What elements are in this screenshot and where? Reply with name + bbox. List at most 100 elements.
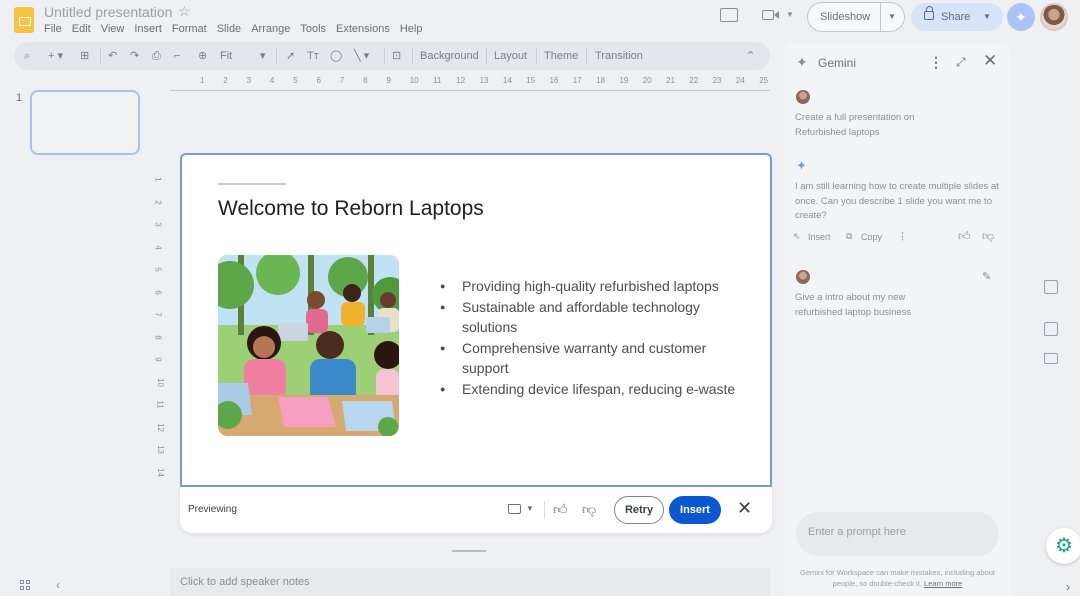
menu-edit[interactable]: Edit: [72, 23, 91, 35]
more-options-icon[interactable]: ⋮: [898, 231, 907, 242]
chevron-down-icon[interactable]: ▼: [983, 12, 991, 21]
add-slide-icon[interactable]: ⊞: [80, 48, 89, 64]
edit-pencil-icon[interactable]: ✎: [982, 270, 991, 283]
insert-button[interactable]: Insert: [669, 496, 721, 524]
layout-button[interactable]: Layout: [494, 48, 527, 64]
paint-format-icon[interactable]: ⌐: [174, 48, 180, 64]
chevron-down-icon[interactable]: ▾: [260, 48, 266, 64]
keep-icon[interactable]: [1044, 280, 1058, 294]
folder-icon[interactable]: [508, 504, 521, 514]
menu-view[interactable]: View: [101, 23, 125, 35]
ruler-number: 6: [316, 76, 321, 85]
ruler-number: 21: [666, 76, 675, 85]
ruler-number: 10: [155, 377, 165, 387]
slide-illustration[interactable]: [218, 255, 399, 436]
ruler-number: 6: [153, 289, 163, 295]
ruler-number: 11: [433, 76, 442, 85]
ruler-number: 10: [409, 76, 419, 85]
menu-format[interactable]: Format: [172, 23, 207, 35]
chatgpt-extension-icon[interactable]: ⚙: [1046, 528, 1080, 564]
star-icon[interactable]: ☆: [178, 3, 191, 20]
prompt-input[interactable]: [808, 526, 988, 538]
redo-icon[interactable]: ↷: [130, 48, 139, 64]
theme-button[interactable]: Theme: [544, 48, 578, 64]
tasks-icon[interactable]: [1044, 322, 1058, 336]
menu-tools[interactable]: Tools: [300, 23, 326, 35]
ruler-number: 16: [549, 76, 559, 85]
menu-insert[interactable]: Insert: [134, 23, 162, 35]
bullet-list[interactable]: Providing high-quality refurbished lapto…: [440, 276, 750, 399]
chevron-left-icon[interactable]: ‹: [56, 578, 60, 592]
zoom-select[interactable]: Fit: [220, 48, 232, 64]
previewing-status: Previewing: [188, 504, 237, 515]
menu-file[interactable]: File: [44, 23, 62, 35]
copy-action[interactable]: Copy: [861, 232, 882, 242]
ruler-number: 13: [479, 76, 489, 85]
undo-icon[interactable]: ↶: [108, 48, 117, 64]
bullet-item: Extending device lifespan, reducing e-wa…: [440, 379, 750, 400]
chevron-down-icon[interactable]: ▼: [786, 10, 794, 19]
ruler-number: 1: [200, 76, 205, 85]
thumbs-up-icon[interactable]: 👍︎: [958, 229, 971, 244]
ruler-number: 13: [155, 445, 165, 454]
ruler-number: 7: [339, 76, 345, 85]
more-options-icon[interactable]: ⋮: [929, 54, 943, 71]
thumbs-down-icon[interactable]: 👎︎: [582, 501, 596, 518]
gemini-title: Gemini: [818, 56, 857, 70]
slide-thumbnail[interactable]: [30, 90, 140, 155]
menu-extensions[interactable]: Extensions: [336, 23, 390, 35]
transition-button[interactable]: Transition: [595, 48, 643, 64]
comment-history-icon[interactable]: [720, 8, 738, 22]
collapse-toolbar-icon[interactable]: ⌃: [746, 48, 755, 64]
close-icon[interactable]: ✕: [983, 51, 997, 71]
slide-canvas[interactable]: Welcome to Reborn Laptops ● Providing hi…: [180, 153, 772, 487]
vertical-ruler[interactable]: 1 2 3 4 5 6 7 8 9 10 11 12 13 14: [154, 155, 166, 485]
title-accent-line: [218, 183, 286, 185]
slide-title[interactable]: Welcome to Reborn Laptops: [218, 197, 484, 221]
line-icon[interactable]: ╲ ▾: [354, 48, 369, 64]
insert-arrow-icon[interactable]: ⇖: [793, 231, 801, 242]
chevron-right-icon[interactable]: ›: [1066, 580, 1070, 594]
speaker-notes[interactable]: Click to add speaker notes: [170, 568, 770, 596]
chevron-down-icon[interactable]: ▼: [526, 504, 534, 513]
menu-arrange[interactable]: Arrange: [251, 23, 290, 35]
select-cursor-icon[interactable]: ➚: [286, 48, 295, 64]
avatar[interactable]: [1040, 3, 1068, 31]
zoom-icon[interactable]: ⊕: [198, 48, 207, 64]
gemini-sparkle-icon[interactable]: ✦: [1007, 3, 1035, 31]
horizontal-ruler[interactable]: 1 2 3 4 5 6 7 8 9 10 11 12 13 14 15 16 17 18 19 20 21 22 23 24 2…: [170, 75, 770, 91]
notes-resize-handle[interactable]: [452, 550, 486, 552]
learn-more-link[interactable]: Learn more: [924, 579, 962, 588]
grid-view-icon[interactable]: [20, 580, 32, 592]
menu-slide[interactable]: Slide: [217, 23, 241, 35]
meet-icon[interactable]: [762, 8, 782, 22]
ruler-number: 12: [456, 76, 466, 85]
search-icon[interactable]: ⌕: [24, 48, 30, 64]
shape-icon[interactable]: ◯: [330, 48, 342, 64]
chevron-down-icon[interactable]: ▼: [888, 12, 896, 21]
background-button[interactable]: Background: [420, 48, 479, 64]
slides-logo-icon[interactable]: [14, 7, 34, 33]
thumbs-up-icon[interactable]: 👍︎: [553, 501, 568, 518]
toolbar: ⌕ + ▾ ⊞ ↶ ↷ ⎙ ⌐ ⊕ Fit ▾ ➚ Tт ◯ ╲ ▾ ⊡ Bac…: [14, 42, 770, 70]
insert-action[interactable]: Insert: [808, 232, 831, 242]
share-button[interactable]: Share ▼: [911, 3, 1003, 31]
ruler-number: 18: [596, 76, 605, 85]
gemini-disclaimer: Gemini for Workspace can make mistakes, …: [796, 567, 999, 589]
expand-icon[interactable]: ⤢: [956, 55, 966, 70]
menu-help[interactable]: Help: [400, 23, 423, 35]
new-slide-icon[interactable]: + ▾: [48, 48, 63, 64]
print-icon[interactable]: ⎙: [152, 48, 161, 64]
copy-icon[interactable]: ⧉: [846, 231, 852, 242]
folder-icon[interactable]: [1044, 353, 1058, 364]
close-icon[interactable]: ✕: [737, 498, 752, 519]
comment-add-icon[interactable]: ⊡: [392, 48, 401, 64]
slideshow-button[interactable]: Slideshow ▼: [807, 2, 905, 32]
title-bar: Untitled presentation ☆ File Edit View I…: [0, 0, 1080, 40]
ruler-number: 5: [153, 267, 163, 272]
document-title[interactable]: Untitled presentation: [44, 4, 172, 20]
thumbs-down-icon[interactable]: 👎︎: [982, 229, 994, 244]
ruler-number: 22: [689, 76, 699, 85]
text-box-icon[interactable]: Tт: [307, 48, 319, 64]
retry-button[interactable]: Retry: [614, 496, 664, 524]
